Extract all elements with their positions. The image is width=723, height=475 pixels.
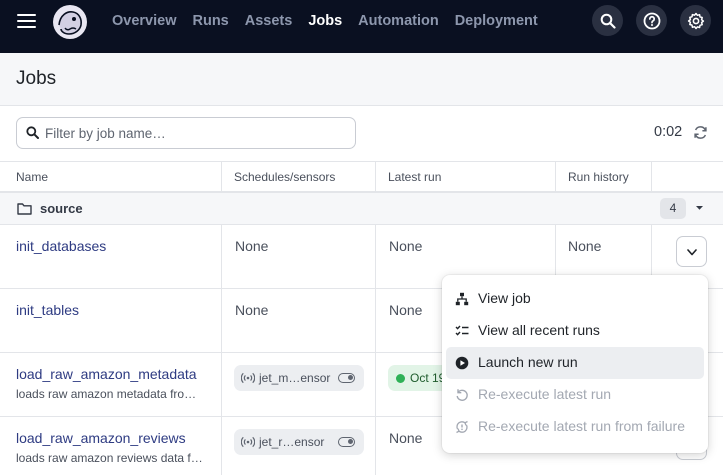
folder-icon	[17, 203, 32, 215]
replay-icon	[456, 389, 468, 401]
help-icon	[643, 12, 660, 29]
menu-item-label: View all recent runs	[478, 322, 600, 338]
search-icon	[600, 13, 616, 29]
schedule-cell: None	[235, 302, 269, 318]
menu-item-launch-new-run[interactable]: Launch new run	[446, 347, 704, 379]
menu-item-reexecute-latest[interactable]: Re-execute latest run	[446, 379, 704, 411]
column-header-run-history: Run history	[568, 170, 629, 184]
table-header: Name Schedules/sensors Latest run Run hi…	[0, 161, 723, 193]
job-name-link[interactable]: load_raw_amazon_reviews	[16, 430, 186, 446]
refresh-countdown: 0:02	[654, 124, 683, 140]
menu-item-label: Launch new run	[478, 354, 578, 370]
nav-tabs: Overview Runs Assets Jobs Automation Dep…	[112, 12, 554, 30]
sensor-icon	[241, 372, 255, 384]
success-dot-icon	[396, 374, 405, 383]
search-icon	[26, 126, 39, 139]
column-header-latest-run: Latest run	[388, 170, 442, 184]
nav-jobs[interactable]: Jobs	[308, 12, 342, 30]
page-header: Jobs	[0, 53, 723, 106]
job-description: loads raw amazon reviews data f…	[16, 451, 203, 465]
job-description: loads raw amazon metadata fro…	[16, 387, 197, 401]
job-filter-input[interactable]	[45, 118, 345, 148]
sensor-icon	[241, 436, 255, 448]
menu-item-view-recent-runs[interactable]: View all recent runs	[446, 315, 704, 347]
menu-item-label: Re-execute latest run from failure	[478, 418, 685, 434]
nav-assets[interactable]: Assets	[245, 12, 293, 30]
sync-problem-icon	[456, 420, 468, 434]
dagster-logo-icon[interactable]	[51, 3, 89, 41]
search-button[interactable]	[592, 5, 623, 36]
menu-item-reexecute-from-failure[interactable]: Re-execute latest run from failure	[446, 411, 704, 443]
schedule-cell: None	[235, 238, 269, 254]
repo-group-row[interactable]: source 4	[0, 193, 723, 225]
nav-deployment[interactable]: Deployment	[455, 12, 538, 30]
latest-run-cell: None	[389, 302, 423, 318]
job-count-badge: 4	[660, 198, 686, 219]
sensor-name: jet_m…ensor	[259, 371, 331, 385]
settings-icon	[687, 12, 704, 29]
nav-overview[interactable]: Overview	[112, 12, 177, 30]
sensor-toggle[interactable]	[338, 437, 355, 447]
run-history-cell: None	[568, 238, 602, 254]
repo-group-name: source	[40, 201, 83, 216]
settings-button[interactable]	[680, 5, 711, 36]
chevron-down-icon	[687, 249, 697, 256]
nav-automation[interactable]: Automation	[358, 12, 439, 30]
play-icon	[455, 356, 469, 370]
refresh-icon[interactable]	[693, 125, 708, 140]
help-button[interactable]	[636, 5, 667, 36]
nav-runs[interactable]: Runs	[193, 12, 229, 30]
menu-item-view-job[interactable]: View job	[446, 283, 704, 315]
job-name-link[interactable]: init_tables	[16, 302, 79, 318]
menu-item-label: Re-execute latest run	[478, 386, 612, 402]
caret-down-icon[interactable]	[695, 205, 704, 211]
latest-run-cell: None	[389, 430, 423, 446]
latest-run-cell: None	[389, 238, 423, 254]
menu-item-label: View job	[478, 290, 531, 306]
sensor-toggle[interactable]	[338, 373, 355, 383]
page-title: Jobs	[16, 68, 57, 89]
run-date: Oct 19	[410, 371, 446, 385]
job-name-link[interactable]: init_databases	[16, 238, 106, 254]
column-header-name[interactable]: Name	[16, 170, 48, 184]
row-actions-button[interactable]	[676, 236, 707, 267]
sensor-name: jet_r…ensor	[259, 435, 325, 449]
menu-icon[interactable]	[17, 14, 36, 28]
column-header-schedules: Schedules/sensors	[234, 170, 336, 184]
job-actions-menu: View job View all recent runs Launch new…	[442, 275, 708, 453]
sensor-tag[interactable]: jet_r…ensor	[234, 429, 364, 455]
job-name-link[interactable]: load_raw_amazon_metadata	[16, 366, 197, 382]
checklist-icon	[455, 325, 469, 336]
sensor-tag[interactable]: jet_m…ensor	[234, 365, 364, 391]
job-filter[interactable]	[16, 117, 356, 149]
top-nav: Overview Runs Assets Jobs Automation Dep…	[0, 0, 723, 53]
hierarchy-icon	[455, 292, 469, 306]
